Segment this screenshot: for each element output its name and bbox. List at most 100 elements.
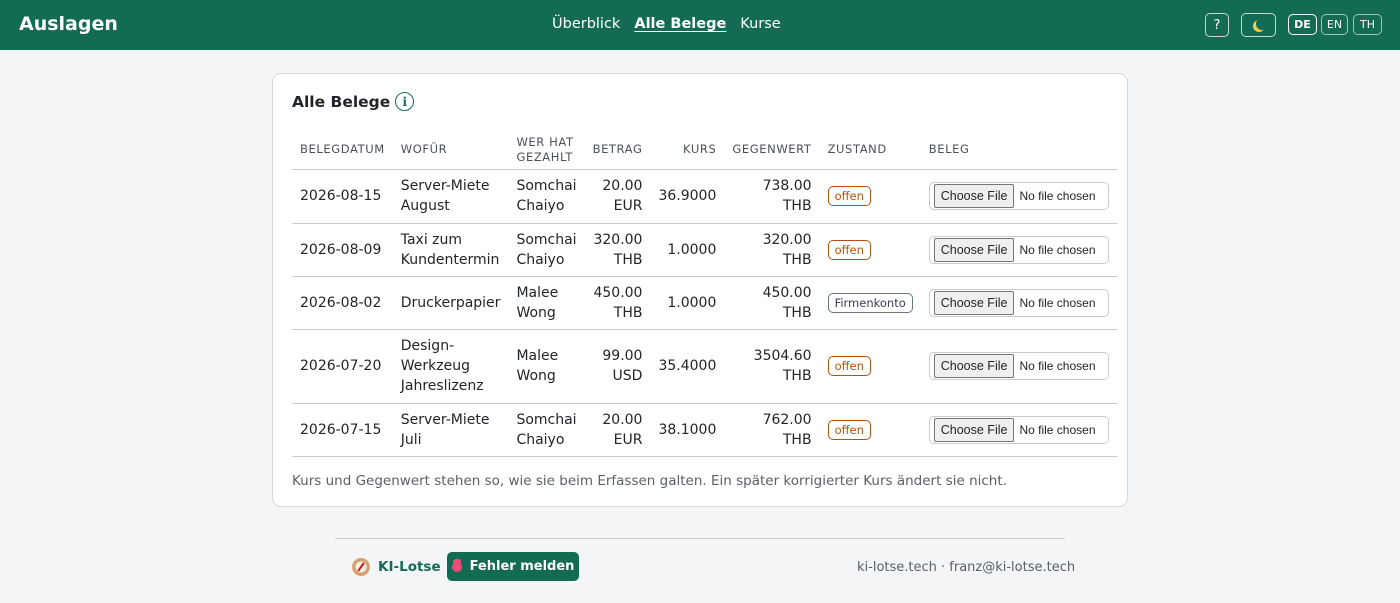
cell-date: 2026-08-02 xyxy=(292,276,393,330)
cell-payer: Malee Wong xyxy=(508,329,585,404)
cell-receipt: Choose File No file chosen xyxy=(920,403,1117,457)
status-badge: offen xyxy=(827,419,871,440)
status-badge: offen xyxy=(827,356,871,376)
cell-amount: 450.00 THB xyxy=(584,276,651,330)
cell-amount: 99.00 USD xyxy=(584,329,651,404)
col-header-value[interactable]: GEGENWERT xyxy=(724,128,820,170)
status-badge: offen xyxy=(827,239,871,260)
table-row: 2026-07-15 Server-Miete Juli Somchai Cha… xyxy=(292,403,1117,457)
bug-icon xyxy=(451,558,462,572)
table-row: 2026-07-20 Design-Werkzeug Jahreslizenz … xyxy=(292,329,1117,404)
cell-receipt: Choose File No file chosen xyxy=(920,329,1117,404)
cell-payer: Somchai Chaiyo xyxy=(508,403,585,457)
col-header-state[interactable]: ZUSTAND xyxy=(819,128,921,170)
file-status: No file chosen xyxy=(1019,242,1096,257)
cell-date: 2026-07-15 xyxy=(292,403,393,457)
card-title: Alle Belege xyxy=(292,92,391,111)
cell-value: 320.00 THB xyxy=(724,223,820,277)
choose-file-button[interactable]: Choose File xyxy=(933,290,1015,315)
cell-rate: 38.1000 xyxy=(650,403,725,457)
cell-rate: 36.9000 xyxy=(650,169,725,224)
footer-contact[interactable]: ki-lotse.tech · franz@ki-lotse.tech xyxy=(857,560,1075,575)
lang-en-button[interactable]: EN xyxy=(1321,14,1348,35)
file-input[interactable]: Choose File No file chosen xyxy=(928,235,1109,264)
lang-th-button[interactable]: TH xyxy=(1353,14,1382,35)
cell-purpose: Design-Werkzeug Jahreslizenz xyxy=(392,329,509,404)
file-status: No file chosen xyxy=(1019,359,1096,373)
cell-receipt: Choose File No file chosen xyxy=(920,223,1117,277)
footer-brand-link[interactable]: KI-Lotse xyxy=(352,558,441,576)
file-status: No file chosen xyxy=(1019,189,1096,203)
rate-note: Kurs und Gegenwert stehen so, wie sie be… xyxy=(292,473,1007,489)
compass-icon xyxy=(352,558,370,576)
file-input[interactable]: Choose File No file chosen xyxy=(928,415,1109,444)
lang-de-button[interactable]: DE xyxy=(1288,14,1317,35)
col-header-date[interactable]: BELEGDATUM xyxy=(292,128,393,170)
cell-state: offen xyxy=(819,223,921,277)
nav-rates[interactable]: Kurse xyxy=(740,16,780,32)
nav-all-receipts[interactable]: Alle Belege xyxy=(634,16,726,32)
nav-overview[interactable]: Überblick xyxy=(552,16,620,32)
app-title: Auslagen xyxy=(19,13,118,35)
cell-payer: Somchai Chaiyo xyxy=(508,223,585,277)
card-title-row: Alle Belege i xyxy=(292,92,415,111)
theme-toggle-button[interactable] xyxy=(1241,13,1276,37)
receipts-card: Alle Belege i BELEGDATUM WOFÜR WER HAT G… xyxy=(272,73,1128,507)
footer-brand-label: KI-Lotse xyxy=(378,559,441,575)
table-row: 2026-08-15 Server-Miete August Somchai C… xyxy=(292,169,1117,224)
cell-amount: 20.00 EUR xyxy=(584,403,651,457)
receipts-table: BELEGDATUM WOFÜR WER HAT GEZAHLT BETRAG … xyxy=(292,128,1117,457)
info-icon[interactable]: i xyxy=(395,92,415,111)
cell-rate: 35.4000 xyxy=(650,329,725,404)
cell-state: offen xyxy=(819,329,921,404)
file-status: No file chosen xyxy=(1019,295,1096,310)
status-badge: offen xyxy=(827,186,871,206)
cell-purpose: Druckerpapier xyxy=(392,276,509,330)
status-badge: Firmenkonto xyxy=(827,292,913,313)
file-input[interactable]: Choose File No file chosen xyxy=(928,352,1109,380)
file-input[interactable]: Choose File No file chosen xyxy=(928,288,1109,317)
cell-amount: 320.00 THB xyxy=(584,223,651,277)
cell-rate: 1.0000 xyxy=(650,276,725,330)
top-bar: Auslagen Überblick Alle Belege Kurse ? D… xyxy=(0,0,1400,50)
table-row: 2026-08-02 Druckerpapier Malee Wong 450.… xyxy=(292,276,1117,330)
report-bug-label: Fehler melden xyxy=(469,559,575,574)
main-nav: Überblick Alle Belege Kurse xyxy=(552,16,781,32)
footer-divider xyxy=(335,538,1065,539)
cell-purpose: Taxi zum Kundentermin xyxy=(392,223,509,277)
cell-state: offen xyxy=(819,169,921,224)
file-input[interactable]: Choose File No file chosen xyxy=(928,182,1109,210)
moon-icon xyxy=(1256,18,1268,30)
choose-file-button[interactable]: Choose File xyxy=(933,417,1015,442)
cell-date: 2026-08-15 xyxy=(292,169,393,224)
col-header-receipt: BELEG xyxy=(920,128,1117,170)
cell-date: 2026-07-20 xyxy=(292,329,393,404)
table-row: 2026-08-09 Taxi zum Kundentermin Somchai… xyxy=(292,223,1117,277)
choose-file-button[interactable]: Choose File xyxy=(933,184,1015,208)
cell-receipt: Choose File No file chosen xyxy=(920,169,1117,224)
cell-value: 450.00 THB xyxy=(724,276,820,330)
report-bug-button[interactable]: Fehler melden xyxy=(447,552,579,581)
col-header-rate[interactable]: KURS xyxy=(650,128,725,170)
cell-payer: Somchai Chaiyo xyxy=(508,169,585,224)
cell-purpose: Server-Miete Juli xyxy=(392,403,509,457)
table-header-row: BELEGDATUM WOFÜR WER HAT GEZAHLT BETRAG … xyxy=(292,128,1117,170)
cell-rate: 1.0000 xyxy=(650,223,725,277)
cell-state: Firmenkonto xyxy=(819,276,921,330)
cell-date: 2026-08-09 xyxy=(292,223,393,277)
cell-value: 762.00 THB xyxy=(724,403,820,457)
file-status: No file chosen xyxy=(1019,422,1096,437)
col-header-payer[interactable]: WER HAT GEZAHLT xyxy=(508,128,585,170)
cell-purpose: Server-Miete August xyxy=(392,169,509,224)
cell-value: 3504.60 THB xyxy=(724,329,820,404)
col-header-purpose[interactable]: WOFÜR xyxy=(392,128,509,170)
cell-amount: 20.00 EUR xyxy=(584,169,651,224)
help-button[interactable]: ? xyxy=(1205,13,1229,37)
cell-payer: Malee Wong xyxy=(508,276,585,330)
cell-receipt: Choose File No file chosen xyxy=(920,276,1117,330)
choose-file-button[interactable]: Choose File xyxy=(933,237,1015,262)
col-header-amount[interactable]: BETRAG xyxy=(584,128,651,170)
cell-state: offen xyxy=(819,403,921,457)
cell-value: 738.00 THB xyxy=(724,169,820,224)
choose-file-button[interactable]: Choose File xyxy=(933,354,1015,378)
